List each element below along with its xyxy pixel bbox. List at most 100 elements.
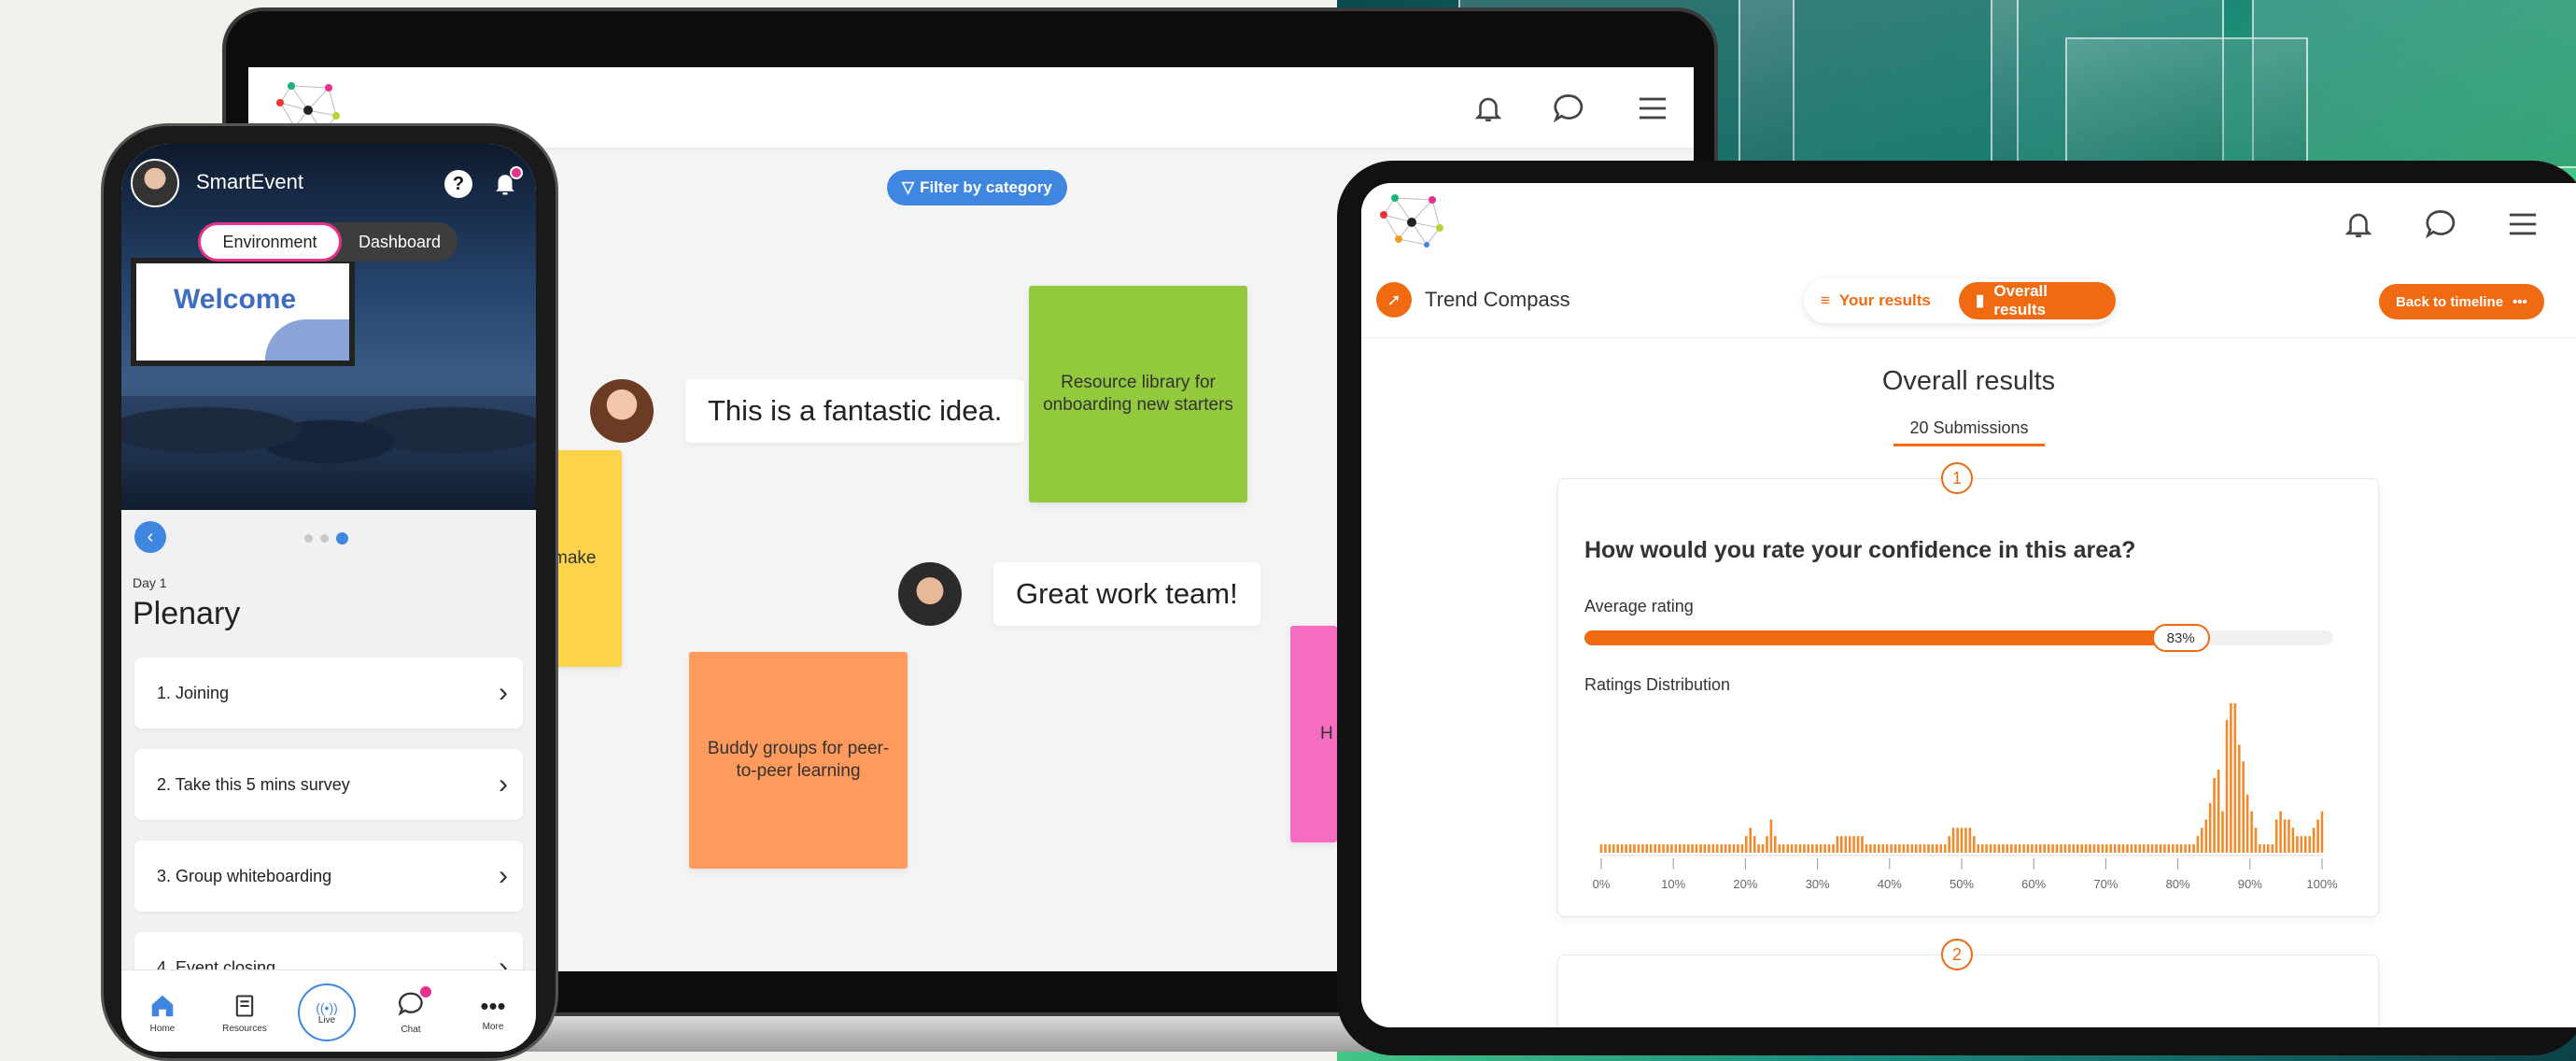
distribution-bar xyxy=(1662,844,1665,853)
nav-live[interactable]: ((•)) Live xyxy=(289,970,364,1052)
distribution-bar xyxy=(1691,844,1694,853)
distribution-bar xyxy=(1757,844,1760,853)
chat-icon[interactable] xyxy=(1550,90,1587,127)
distribution-bar xyxy=(1989,844,1992,853)
distribution-bar xyxy=(1686,844,1690,853)
distribution-bar xyxy=(2271,844,2274,853)
distribution-bar xyxy=(1807,844,1810,853)
distribution-bar xyxy=(1695,844,1698,853)
carousel-back-button[interactable]: ‹ xyxy=(134,521,166,553)
agenda-item[interactable]: 3. Group whiteboarding › xyxy=(134,841,523,912)
distribution-bar xyxy=(1641,844,1644,853)
back-to-timeline-button[interactable]: Back to timeline ••• xyxy=(2379,284,2544,319)
distribution-bar xyxy=(2068,844,2071,853)
tab-overall-results[interactable]: ▮ Overall results xyxy=(1959,282,2116,319)
distribution-bar xyxy=(2242,761,2245,853)
distribution-bar xyxy=(2105,844,2108,853)
distribution-bar xyxy=(1948,836,1950,853)
help-icon[interactable]: ? xyxy=(444,170,472,198)
distribution-bar xyxy=(2300,836,2303,853)
distribution-bar xyxy=(2213,778,2216,853)
question-card: 2 xyxy=(1557,939,2379,1027)
tablet-body: Overall results 20 Submissions 1 How wou… xyxy=(1361,338,2576,1027)
carousel-dot[interactable] xyxy=(304,534,313,543)
distribution-bar xyxy=(1836,836,1839,853)
distribution-bar xyxy=(1670,844,1673,853)
distribution-bar xyxy=(1890,844,1893,853)
bell-icon[interactable] xyxy=(1470,90,1507,127)
distribution-bar xyxy=(1798,844,1802,853)
home-icon xyxy=(151,995,174,1016)
distribution-bar xyxy=(1881,844,1884,853)
stage-screen: Welcome xyxy=(131,258,355,366)
question-text: How would you rate your confidence in th… xyxy=(1584,537,2136,563)
distribution-bar xyxy=(1973,836,1976,853)
average-fill xyxy=(1584,630,2206,645)
sticky-note[interactable]: Buddy groups for peer-to-peer learning xyxy=(689,652,908,869)
distribution-bar xyxy=(1699,844,1702,853)
agenda-item[interactable]: 2. Take this 5 mins survey › xyxy=(134,749,523,820)
distribution-bar xyxy=(1724,844,1727,853)
sticky-note[interactable]: H xyxy=(1290,626,1337,842)
sticky-note[interactable]: make xyxy=(547,450,622,667)
app-logo-icon xyxy=(1380,194,1443,248)
nav-home[interactable]: Home xyxy=(125,970,200,1052)
filter-button[interactable]: ▽ Filter by category xyxy=(887,170,1067,205)
bell-icon[interactable] xyxy=(2340,205,2377,243)
distribution-bar xyxy=(2006,844,2009,853)
bell-icon[interactable] xyxy=(491,166,523,200)
notification-dot xyxy=(510,166,523,179)
x-tick-label: 70% xyxy=(2093,877,2118,891)
nav-chat[interactable]: Chat xyxy=(373,970,448,1052)
distribution-bar xyxy=(1985,844,1988,853)
distribution-bar xyxy=(1728,844,1731,853)
distribution-bar xyxy=(2262,844,2266,853)
distribution-bar xyxy=(1968,828,1972,853)
x-tick-label: 50% xyxy=(1950,877,1974,891)
distribution-bar xyxy=(1977,844,1979,853)
distribution-bar xyxy=(1865,844,1868,853)
x-tick-label: 40% xyxy=(1878,877,1902,891)
average-label: Average rating xyxy=(1584,597,1694,615)
nav-more[interactable]: ••• More xyxy=(456,970,530,1052)
chat-icon[interactable] xyxy=(2422,205,2459,243)
menu-icon[interactable] xyxy=(2504,205,2541,243)
distribution-bar xyxy=(2063,844,2067,853)
distribution-label: Ratings Distribution xyxy=(1584,675,1731,694)
submissions-count: 20 Submissions xyxy=(1893,418,2045,446)
phone-screen: Welcome SmartEvent ? Environment Dashboa… xyxy=(121,144,536,1052)
distribution-bar xyxy=(2192,844,2195,853)
tab-environment[interactable]: Environment xyxy=(198,222,342,262)
day-label: Day 1 xyxy=(133,575,167,590)
x-tick-label: 20% xyxy=(1733,877,1757,891)
tab-your-results[interactable]: ≡ Your results xyxy=(1804,282,1948,319)
distribution-bar xyxy=(2155,844,2158,853)
book-icon xyxy=(235,994,254,1017)
carousel-dot[interactable] xyxy=(336,532,348,545)
sticky-note[interactable]: Resource library for onboarding new star… xyxy=(1029,286,1247,502)
distribution-bar xyxy=(1761,844,1765,853)
distribution-bar xyxy=(2142,844,2146,853)
tab-dashboard[interactable]: Dashboard xyxy=(342,222,457,262)
distribution-bar xyxy=(1711,844,1715,853)
nav-resources[interactable]: Resources xyxy=(207,970,282,1052)
hero-image: Welcome SmartEvent ? Environment Dashboa… xyxy=(121,144,536,510)
distribution-bar xyxy=(2121,844,2125,853)
distribution-bar xyxy=(1803,844,1806,853)
distribution-bar xyxy=(2022,844,2025,853)
distribution-bar xyxy=(1620,844,1624,853)
bar-chart-icon: ▮ xyxy=(1976,291,1985,309)
distribution-bar xyxy=(2051,844,2054,853)
x-tick-label: 100% xyxy=(2306,877,2338,891)
bottom-nav: Home Resources ((•)) Live Chat ••• More xyxy=(121,969,536,1052)
distribution-bar xyxy=(1769,819,1773,853)
distribution-bar xyxy=(1612,844,1615,853)
agenda-item[interactable]: 1. Joining › xyxy=(134,658,523,729)
carousel-dot[interactable] xyxy=(320,534,329,543)
distribution-bar xyxy=(2101,844,2104,853)
menu-icon[interactable] xyxy=(1634,90,1671,127)
distribution-bar xyxy=(2014,844,2017,853)
distribution-bar xyxy=(1654,844,1656,853)
distribution-bar xyxy=(2233,703,2237,853)
distribution-bar xyxy=(2130,844,2133,853)
